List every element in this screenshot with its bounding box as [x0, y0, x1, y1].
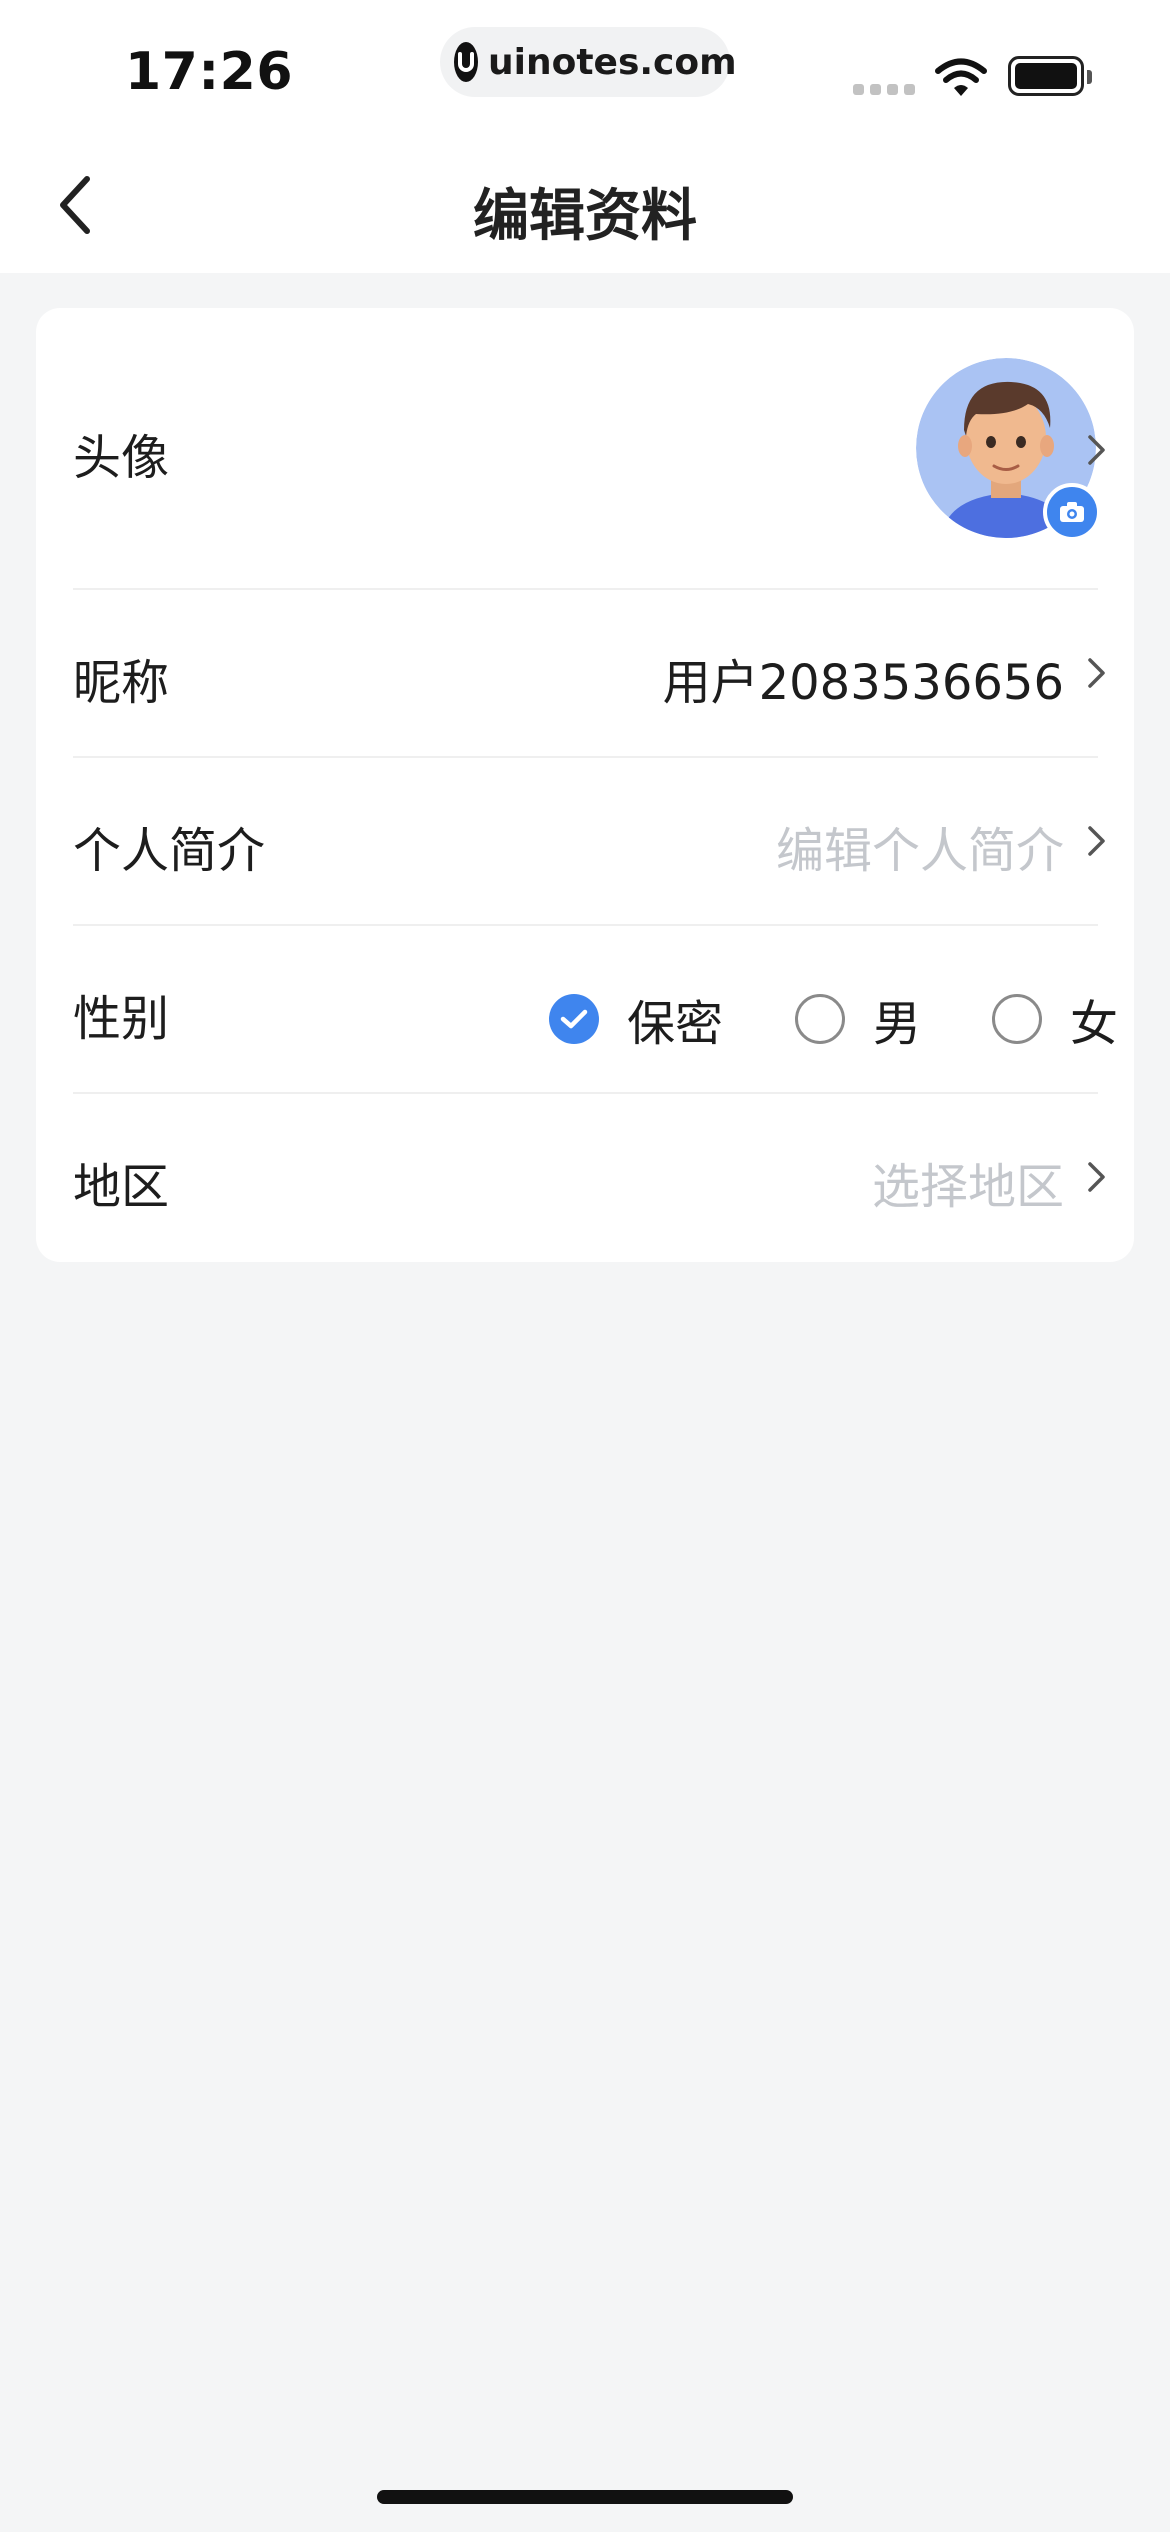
gender-label: 性别 — [73, 991, 170, 1047]
gender-option-label: 女 — [1070, 996, 1119, 1052]
wifi-icon — [935, 58, 987, 102]
camera-icon[interactable] — [1043, 483, 1101, 541]
gender-row: 性别 保密 男 女 — [73, 926, 1134, 1092]
nickname-value: 用户2083536656 — [662, 655, 1064, 711]
avatar-label: 头像 — [73, 430, 170, 486]
navigation-bar: 编辑资料 — [0, 140, 1170, 273]
site-logo-icon — [454, 42, 478, 82]
nickname-row[interactable]: 昵称 用户2083536656 — [73, 590, 1134, 756]
gender-option-male[interactable]: 男 — [795, 984, 921, 1054]
bio-placeholder: 编辑个人简介 — [775, 823, 1064, 879]
radio-unchecked-icon[interactable] — [992, 994, 1042, 1044]
profile-card: 头像 昵称 用户2083536656 个人简介 编辑个人简介 性别 保密 男 女… — [36, 308, 1134, 1262]
battery-icon — [1008, 56, 1084, 96]
cellular-signal-icon — [853, 84, 915, 95]
url-text: uinotes.com — [488, 41, 737, 83]
chevron-right-icon — [1088, 1162, 1105, 1192]
gender-option-label: 男 — [873, 996, 922, 1052]
radio-unchecked-icon[interactable] — [795, 994, 845, 1044]
chevron-right-icon — [1088, 435, 1105, 465]
status-time: 17:26 — [125, 42, 294, 102]
page-title: 编辑资料 — [473, 184, 697, 249]
status-bar: 17:26 uinotes.com — [0, 0, 1170, 140]
bio-row[interactable]: 个人简介 编辑个人简介 — [73, 758, 1134, 924]
chevron-right-icon — [1088, 658, 1105, 688]
region-label: 地区 — [73, 1159, 170, 1215]
region-placeholder: 选择地区 — [871, 1159, 1064, 1215]
battery-cap — [1087, 70, 1092, 84]
avatar-row[interactable]: 头像 — [73, 308, 1134, 588]
gender-option-female[interactable]: 女 — [992, 984, 1118, 1054]
bio-label: 个人简介 — [73, 823, 266, 879]
gender-option-secret[interactable]: 保密 — [549, 984, 723, 1054]
nickname-label: 昵称 — [73, 655, 170, 711]
radio-checked-icon[interactable] — [549, 994, 599, 1044]
home-indicator[interactable] — [377, 2490, 793, 2504]
url-pill[interactable]: uinotes.com — [440, 27, 737, 97]
gender-option-label: 保密 — [627, 996, 724, 1052]
chevron-right-icon — [1088, 826, 1105, 856]
region-row[interactable]: 地区 选择地区 — [73, 1094, 1134, 1260]
